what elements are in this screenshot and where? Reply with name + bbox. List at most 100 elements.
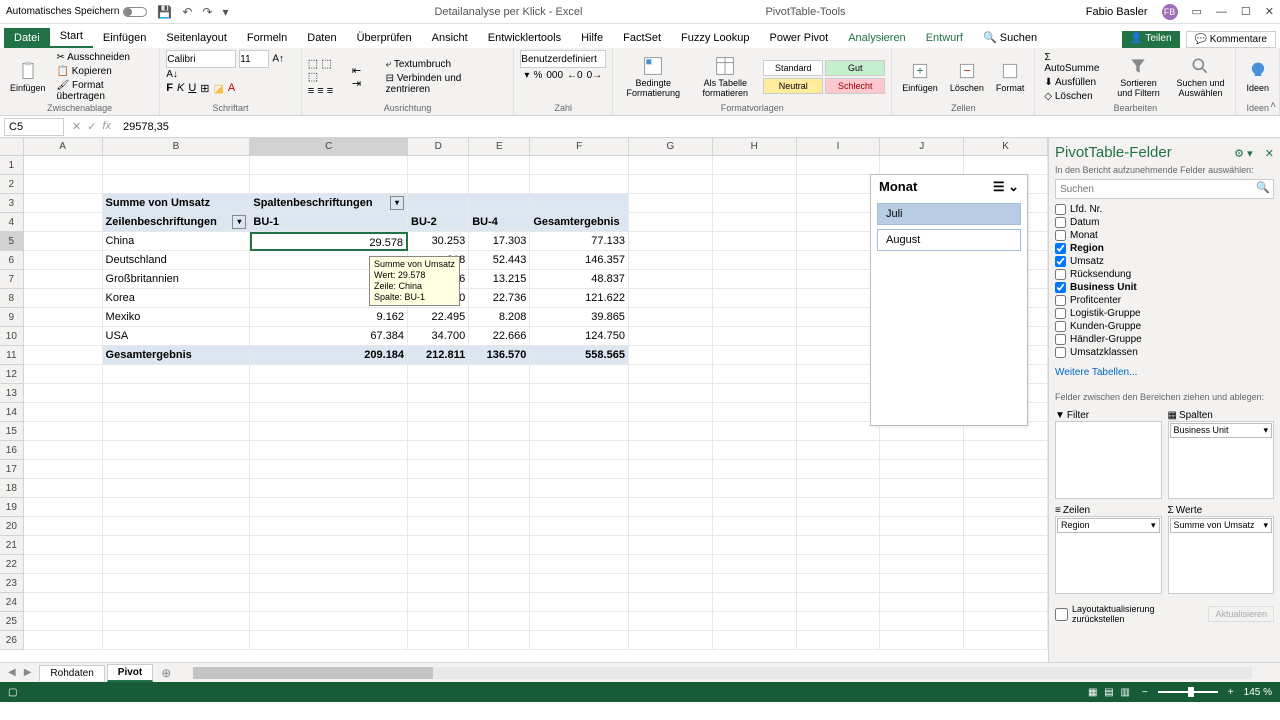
cell[interactable] [797,422,881,441]
cell[interactable] [250,498,408,517]
cell[interactable] [880,498,964,517]
cell[interactable] [24,194,103,213]
row-header[interactable]: 4 [0,213,24,232]
cell[interactable] [713,593,797,612]
sheet-nav-next-icon[interactable]: ▶ [24,667,32,678]
cell[interactable] [408,536,469,555]
style-gut[interactable]: Gut [825,60,885,76]
cell[interactable]: BU-4 [469,213,530,232]
underline-button[interactable]: U [188,82,196,95]
row-header[interactable]: 18 [0,479,24,498]
cell[interactable]: Zeilenbeschriftungen▾ [103,213,251,232]
add-sheet-icon[interactable]: ⊕ [161,666,171,680]
field-checkbox[interactable] [1055,217,1066,228]
sheet-tab[interactable]: Rohdaten [39,665,104,681]
cell[interactable] [629,384,713,403]
tab-start[interactable]: Start [50,26,93,48]
tab-review[interactable]: Überprüfen [347,28,422,48]
cell[interactable] [408,460,469,479]
cell[interactable] [24,289,103,308]
cell[interactable] [24,175,103,194]
cell[interactable] [408,631,469,650]
decrease-font-icon[interactable]: A↓ [166,69,178,80]
cell[interactable] [530,612,629,631]
cell[interactable] [797,555,881,574]
field-item[interactable]: Händler-Gruppe [1055,333,1274,346]
cell[interactable] [713,194,797,213]
cell[interactable] [24,422,103,441]
cell[interactable] [103,156,251,175]
field-item[interactable]: Kunden-Gruppe [1055,320,1274,333]
col-header[interactable]: B [103,138,251,155]
collapse-ribbon-icon[interactable]: ˄ [1270,100,1276,111]
tab-insert[interactable]: Einfügen [93,28,156,48]
row-header[interactable]: 15 [0,422,24,441]
copy-button[interactable]: 📋 Kopieren [54,65,154,78]
tab-powerpivot[interactable]: Power Pivot [760,28,839,48]
row-header[interactable]: 9 [0,308,24,327]
cell[interactable] [469,536,530,555]
cell[interactable] [629,498,713,517]
cell[interactable] [24,479,103,498]
cell[interactable] [530,536,629,555]
field-item[interactable]: Umsatz [1055,255,1274,268]
cell[interactable] [964,574,1048,593]
cell[interactable] [408,517,469,536]
record-macro-icon[interactable]: ▢ [8,687,17,698]
cell[interactable] [24,384,103,403]
cell[interactable] [469,384,530,403]
cell[interactable] [797,536,881,555]
cell[interactable] [880,612,964,631]
row-header[interactable]: 21 [0,536,24,555]
cell[interactable] [103,365,251,384]
cell[interactable] [797,289,881,308]
confirm-formula-icon[interactable]: ✓ [87,120,96,133]
sheet-tab[interactable]: Pivot [107,664,153,682]
cell[interactable] [103,574,251,593]
cell[interactable] [629,308,713,327]
cell[interactable] [629,403,713,422]
cell[interactable] [713,175,797,194]
cell[interactable] [713,479,797,498]
cell[interactable] [530,365,629,384]
field-item[interactable]: Datum [1055,216,1274,229]
cell[interactable] [24,327,103,346]
style-neutral[interactable]: Neutral [763,78,823,94]
cell[interactable] [530,498,629,517]
cell[interactable]: 9.162 [250,308,408,327]
cell[interactable]: 22.666 [469,327,530,346]
field-checkbox[interactable] [1055,243,1066,254]
zoom-level[interactable]: 145 % [1244,687,1272,698]
row-header[interactable]: 12 [0,365,24,384]
cell[interactable]: Summe von Umsatz [103,194,251,213]
cell[interactable] [797,346,881,365]
cell[interactable] [469,365,530,384]
cell[interactable] [408,365,469,384]
area-chip[interactable]: Summe von Umsatz▾ [1170,518,1273,533]
cell[interactable] [408,441,469,460]
row-header[interactable]: 3 [0,194,24,213]
format-cells-button[interactable]: Format [992,59,1029,95]
cell[interactable]: 77.133 [530,232,629,251]
tab-analyze[interactable]: Analysieren [838,28,915,48]
normal-view-icon[interactable]: ▦ [1088,687,1097,698]
font-select[interactable] [166,50,236,68]
formula-input[interactable] [119,118,1280,136]
cell[interactable] [408,403,469,422]
cell[interactable] [797,612,881,631]
cell[interactable] [797,574,881,593]
cell[interactable] [530,194,629,213]
cell[interactable] [880,479,964,498]
cell[interactable] [530,460,629,479]
cancel-formula-icon[interactable]: ✕ [72,120,81,133]
cell[interactable] [713,631,797,650]
cell[interactable] [530,384,629,403]
cell[interactable] [530,517,629,536]
cell[interactable] [24,270,103,289]
cell[interactable] [103,422,251,441]
share-button[interactable]: 👤 Teilen [1122,31,1179,48]
field-checkbox[interactable] [1055,256,1066,267]
tab-fuzzy[interactable]: Fuzzy Lookup [671,28,759,48]
field-checkbox[interactable] [1055,321,1066,332]
currency-button[interactable]: ▾ [524,70,529,81]
